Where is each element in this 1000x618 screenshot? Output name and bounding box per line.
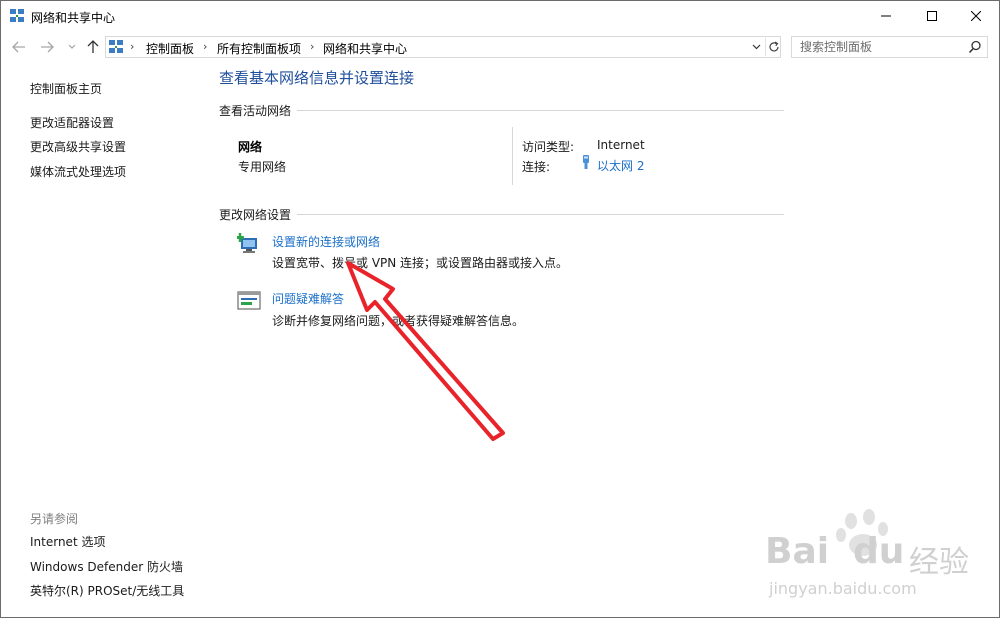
breadcrumb-separator[interactable]: › bbox=[203, 40, 207, 53]
see-also-heading: 另请参阅 bbox=[30, 512, 79, 526]
connection-label: 连接: bbox=[522, 160, 551, 174]
watermark-brand-suffix: du bbox=[853, 531, 905, 572]
intel-proset-wireless-link[interactable]: 英特尔(R) PROSet/无线工具 bbox=[30, 582, 184, 599]
chevron-down-icon bbox=[752, 44, 760, 50]
troubleshoot-icon bbox=[237, 291, 261, 310]
breadcrumb-network-center[interactable]: 网络和共享中心 bbox=[323, 40, 407, 57]
chevron-down-icon bbox=[68, 44, 76, 49]
search-input[interactable] bbox=[792, 37, 962, 57]
close-icon bbox=[971, 11, 981, 21]
section-divider bbox=[297, 214, 784, 215]
search-icon[interactable] bbox=[968, 40, 982, 54]
breadcrumb-separator: › bbox=[130, 40, 135, 53]
windows-defender-firewall-link[interactable]: Windows Defender 防火墙 bbox=[30, 558, 183, 575]
control-panel-home-link[interactable]: 控制面板主页 bbox=[30, 80, 102, 97]
window-title: 网络和共享中心 bbox=[31, 11, 116, 25]
watermark-jingyan-cn: 经验 bbox=[909, 545, 969, 580]
back-arrow-icon bbox=[12, 41, 25, 53]
section-divider bbox=[297, 110, 784, 111]
refresh-icon bbox=[768, 41, 779, 52]
setup-new-connection-link[interactable]: 设置新的连接或网络 bbox=[272, 233, 380, 250]
recent-locations-button[interactable] bbox=[64, 39, 80, 55]
new-connection-icon bbox=[237, 233, 257, 253]
access-type-label: 访问类型: bbox=[522, 140, 575, 154]
address-dropdown-button[interactable] bbox=[749, 39, 763, 55]
control-panel-window: 网络和共享中心 › 控制面板 › 所有控制面板项 › 网络和共享中心 搜索控制面… bbox=[0, 0, 1000, 618]
page-title: 查看基本网络信息并设置连接 bbox=[219, 69, 415, 87]
network-center-icon bbox=[10, 9, 24, 22]
ethernet-icon bbox=[583, 155, 589, 169]
ethernet-connection-link[interactable]: 以太网 2 bbox=[597, 157, 644, 174]
access-type-value: Internet bbox=[597, 138, 645, 152]
troubleshoot-problems-description: 诊断并修复网络问题，或者获得疑难解答信息。 bbox=[272, 314, 525, 328]
minimize-button[interactable] bbox=[863, 1, 909, 31]
up-arrow-icon bbox=[87, 40, 99, 53]
change-adapter-settings-link[interactable]: 更改适配器设置 bbox=[30, 114, 114, 131]
baidu-jingyan-watermark: Bai du 经验 jingyan.baidu.com bbox=[761, 509, 991, 609]
media-streaming-options-link[interactable]: 媒体流式处理选项 bbox=[30, 163, 126, 180]
network-name: 网络 bbox=[238, 140, 263, 154]
up-button[interactable] bbox=[85, 39, 101, 55]
active-networks-heading: 查看活动网络 bbox=[219, 104, 292, 118]
troubleshoot-problems-link[interactable]: 问题疑难解答 bbox=[272, 290, 344, 307]
change-network-settings-heading: 更改网络设置 bbox=[219, 208, 292, 222]
breadcrumb-control-panel[interactable]: 控制面板 bbox=[146, 40, 194, 57]
setup-new-connection-description: 设置宽带、拨号或 VPN 连接；或设置路由器或接入点。 bbox=[272, 256, 569, 270]
maximize-icon bbox=[927, 11, 937, 21]
search-box[interactable] bbox=[791, 36, 988, 58]
network-profile-type: 专用网络 bbox=[238, 160, 287, 174]
minimize-icon bbox=[881, 15, 891, 17]
forward-arrow-icon bbox=[41, 41, 54, 53]
forward-button[interactable] bbox=[39, 39, 55, 55]
address-bar[interactable]: › 控制面板 › 所有控制面板项 › 网络和共享中心 bbox=[105, 36, 781, 58]
close-button[interactable] bbox=[953, 1, 999, 31]
internet-options-link[interactable]: Internet 选项 bbox=[30, 533, 105, 550]
refresh-button[interactable] bbox=[765, 38, 781, 56]
maximize-button[interactable] bbox=[909, 1, 955, 31]
navigation-bar: › 控制面板 › 所有控制面板项 › 网络和共享中心 bbox=[1, 31, 999, 63]
breadcrumb-all-items[interactable]: 所有控制面板项 bbox=[217, 40, 301, 57]
watermark-url: jingyan.baidu.com bbox=[769, 579, 917, 598]
breadcrumb-separator[interactable]: › bbox=[310, 40, 314, 53]
change-advanced-sharing-link[interactable]: 更改高级共享设置 bbox=[30, 138, 126, 155]
title-bar: 网络和共享中心 bbox=[1, 1, 999, 31]
control-panel-icon bbox=[109, 40, 123, 53]
back-button[interactable] bbox=[11, 39, 27, 55]
network-info-divider bbox=[512, 127, 513, 185]
watermark-brand: Bai bbox=[765, 531, 830, 572]
